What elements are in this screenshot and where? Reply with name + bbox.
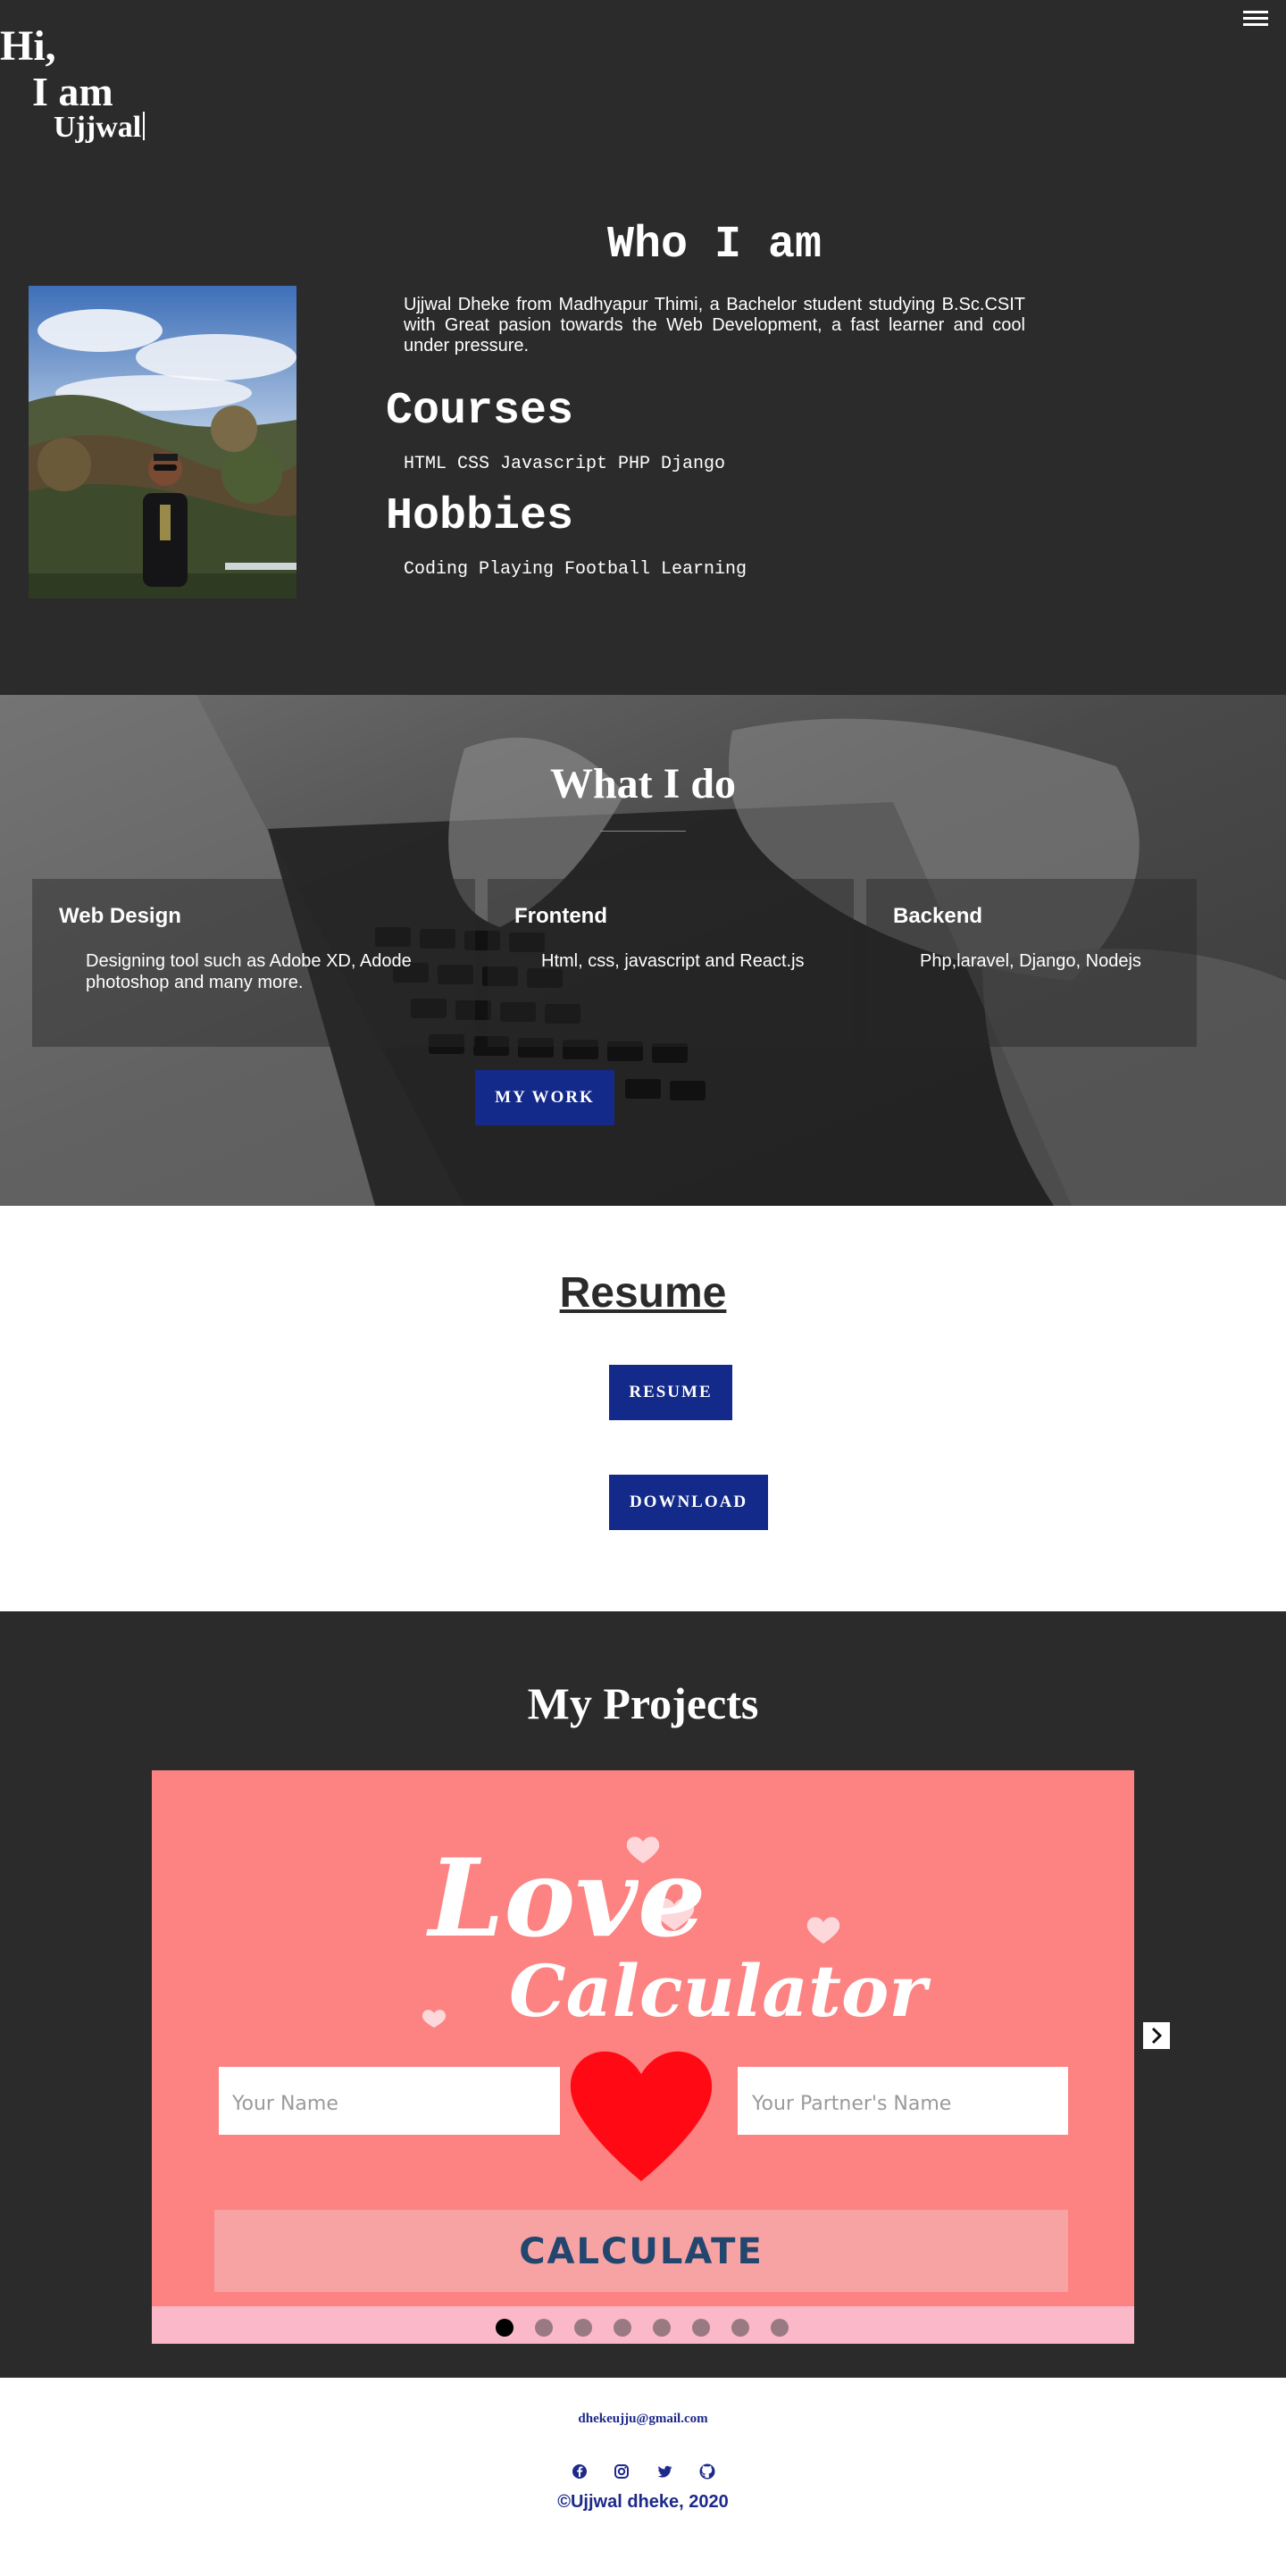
carousel-dot[interactable] [496, 2319, 514, 2337]
hamburger-icon[interactable] [1243, 9, 1268, 29]
courses-heading: Courses [386, 386, 574, 437]
about-title: Who I am [606, 220, 823, 271]
service-card-frontend: Frontend Html, css, javascript and React… [488, 879, 854, 1047]
project-slide-love-calculator[interactable]: Love Calculator Your Name Your Partner's… [152, 1770, 1134, 2306]
logo-line1: Love [426, 1836, 706, 1961]
service-card-title: Backend [893, 904, 983, 928]
carousel-dot[interactable] [731, 2319, 749, 2337]
facebook-icon[interactable] [571, 2463, 589, 2480]
courses-list: HTML CSS Javascript PHP Django [404, 454, 726, 474]
next-slide-button[interactable] [1143, 2022, 1170, 2049]
services-title: What I do [549, 760, 737, 807]
download-button[interactable]: DOWNLOAD [609, 1475, 768, 1530]
twitter-icon[interactable] [656, 2463, 673, 2480]
heart-icon [570, 2051, 713, 2181]
my-work-button[interactable]: MY WORK [475, 1070, 614, 1125]
profile-photo [29, 286, 296, 598]
carousel-dot[interactable] [692, 2319, 710, 2337]
service-card-title: Frontend [514, 904, 607, 928]
carousel-dot[interactable] [653, 2319, 671, 2337]
carousel-dot[interactable] [574, 2319, 592, 2337]
services-section: What I do Web Design Designing tool such… [0, 695, 1286, 1206]
greeting-line2: I am [32, 69, 113, 114]
title-divider [600, 831, 686, 832]
resume-title: Resume [559, 1269, 727, 1317]
hobbies-heading: Hobbies [386, 491, 574, 542]
about-section: Hi, I am Ujjwal Who I am Ujjwal Dheke fr… [0, 0, 1286, 695]
copyright-text: ©Ujjwal dheke, 2020 [557, 2492, 729, 2512]
typing-caret [143, 112, 146, 140]
your-name-placeholder: Your Name [231, 2093, 338, 2115]
carousel-dots [152, 2306, 1134, 2344]
carousel-dot[interactable] [771, 2319, 789, 2337]
service-card-description: Php,laravel, Django, Nodejs [920, 951, 1141, 971]
instagram-icon[interactable] [613, 2463, 630, 2480]
calculate-label: CALCULATE [519, 2231, 764, 2272]
email-link[interactable]: dhekeujju@gmail.com [0, 2412, 1286, 2427]
carousel-dot[interactable] [535, 2319, 553, 2337]
projects-title: My Projects [527, 1678, 759, 1728]
service-card-web-design: Web Design Designing tool such as Adobe … [32, 879, 475, 1047]
hobbies-list: Coding Playing Football Learning [404, 559, 747, 580]
service-card-title: Web Design [59, 904, 181, 928]
partner-name-placeholder: Your Partner's Name [751, 2093, 951, 2115]
github-icon[interactable] [698, 2463, 716, 2480]
greeting-line1: Hi, [0, 22, 56, 70]
service-card-backend: Backend Php,laravel, Django, Nodejs [866, 879, 1197, 1047]
carousel-dot[interactable] [614, 2319, 631, 2337]
service-card-description: Designing tool such as Adobe XD, Adode p… [86, 951, 412, 992]
greeting-name: Ujjwal [54, 111, 146, 145]
love-calculator-screenshot: Love Calculator Your Name Your Partner's… [214, 1836, 1068, 2292]
chevron-right-icon [1151, 2027, 1163, 2045]
service-card-description: Html, css, javascript and React.js [541, 951, 805, 971]
about-description: Ujjwal Dheke from Madhyapur Thimi, a Bac… [404, 295, 1025, 355]
projects-section: My Projects Love Calculator Your Name Yo… [0, 1611, 1286, 2378]
logo-line2: Calculator [509, 1949, 931, 2033]
resume-button[interactable]: RESUME [609, 1365, 732, 1420]
